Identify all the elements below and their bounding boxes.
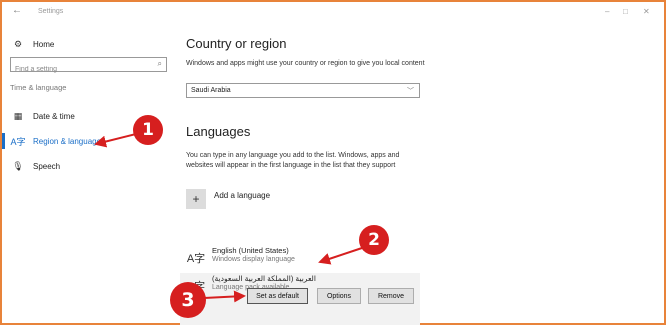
callout-3-arrow (203, 290, 246, 303)
callout-badge-1: 1 (133, 115, 163, 145)
callout-arrows (94, 132, 363, 303)
callout-badge-3: 3 (170, 282, 206, 318)
callout-badge-2: 2 (359, 225, 389, 255)
callout-2-arrow (318, 247, 363, 265)
